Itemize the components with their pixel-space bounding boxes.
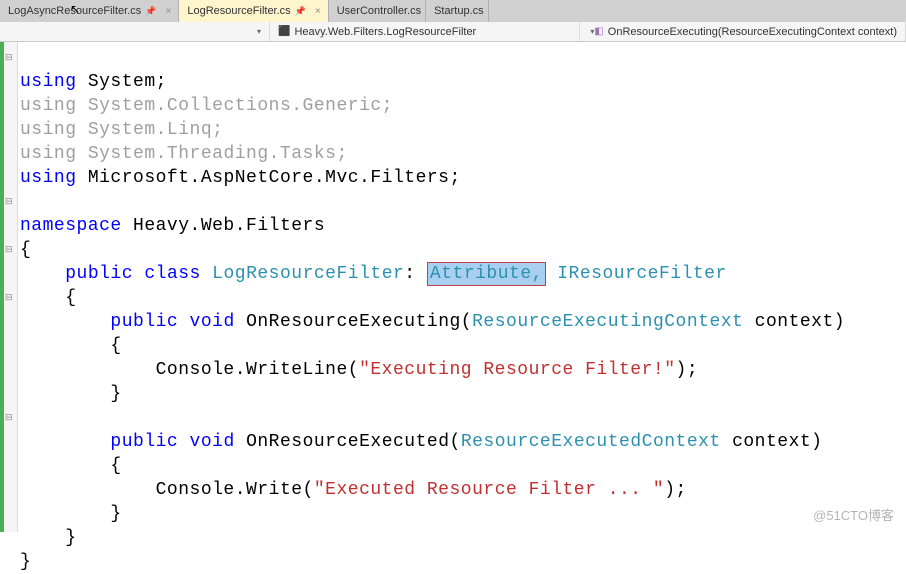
breadcrumb-member[interactable]: ▾ ◧ OnResourceExecuting(ResourceExecutin… [580,22,906,41]
tabs-bar: LogAsyncResourceFilter.cs 📌 × LogResourc… [0,0,906,22]
string-literal: "Executed Resource Filter ... " [314,480,664,500]
close-icon[interactable]: × [163,6,175,17]
tab-logasyncresourcefilter[interactable]: LogAsyncResourceFilter.cs 📌 × [0,0,179,22]
code-text: System.Threading.Tasks; [77,144,348,164]
keyword: void [190,312,235,332]
keyword-dim: using [20,120,77,140]
tab-logresourcefilter[interactable]: LogResourceFilter.cs 📌 × [179,0,328,22]
close-icon[interactable]: × [312,6,324,17]
keyword-dim: using [20,96,77,116]
fold-icon[interactable]: ⊟ [5,46,13,70]
keyword: public [65,264,133,284]
code-text: System; [77,72,167,92]
chevron-down-icon: ▾ [257,27,261,36]
code-text: context) [721,432,823,452]
keyword: using [20,72,77,92]
brace: { [20,456,122,476]
brace: { [20,240,31,260]
highlighted-attribute: Attribute, [427,262,546,286]
class-icon: ⬛ [278,26,290,37]
watermark: @51CTO博客 [813,505,894,524]
code-text: ); [676,360,699,380]
keyword: class [144,264,201,284]
tab-label: UserController.cs [337,5,421,17]
code-text: context) [743,312,845,332]
keyword: public [110,312,178,332]
tab-label: Startup.cs [434,5,484,17]
colon: : [404,264,415,284]
code-text: Console.WriteLine( [20,360,359,380]
fold-icon[interactable]: ⊟ [5,238,13,262]
tab-usercontroller[interactable]: UserController.cs [329,0,426,22]
brace: { [20,336,122,356]
code-text: ); [664,480,687,500]
keyword: public [110,432,178,452]
type-name: IResourceFilter [546,264,727,284]
code-text: Console.Write( [20,480,314,500]
method-name: OnResourceExecuting( [235,312,472,332]
method-name: OnResourceExecuted( [235,432,461,452]
tab-label: LogAsyncResourceFilter.cs [8,5,141,17]
change-marker [0,42,4,532]
string-literal: "Executing Resource Filter!" [359,360,675,380]
brace: { [20,288,77,308]
code-text: Microsoft.AspNetCore.Mvc.Filters; [77,168,461,188]
fold-icon[interactable]: ⊟ [5,406,13,430]
code-text: System.Collections.Generic; [77,96,393,116]
code-text: Heavy.Web.Filters [122,216,325,236]
keyword: using [20,168,77,188]
tab-startup[interactable]: Startup.cs [426,0,489,22]
brace: } [20,384,122,404]
pin-icon: 📌 [145,6,156,17]
breadcrumb-member-label: OnResourceExecuting(ResourceExecutingCon… [608,26,897,38]
code-editor[interactable]: using System; using System.Collections.G… [18,42,845,532]
editor-area: ⊟ ⊟ ⊟ ⊟ ⊟ using System; using System.Col… [0,42,906,532]
brace: } [20,552,31,572]
breadcrumb-project[interactable]: ▾ [0,22,270,41]
method-icon: ◧ [594,26,603,37]
fold-icon[interactable]: ⊟ [5,286,13,310]
tab-label: LogResourceFilter.cs [187,5,290,17]
breadcrumb-bar: ▾ ⬛ Heavy.Web.Filters.LogResourceFilter … [0,22,906,42]
breadcrumb-class-label: Heavy.Web.Filters.LogResourceFilter [294,26,476,38]
code-text: System.Linq; [77,120,224,140]
keyword: namespace [20,216,122,236]
pin-icon: 📌 [295,6,306,17]
gutter: ⊟ ⊟ ⊟ ⊟ ⊟ [0,42,18,532]
type-name: LogResourceFilter [201,264,404,284]
type-name: ResourceExecutedContext [461,432,721,452]
type-name: ResourceExecutingContext [472,312,743,332]
breadcrumb-class[interactable]: ⬛ Heavy.Web.Filters.LogResourceFilter [270,22,580,41]
brace: } [20,504,122,524]
brace: } [20,528,77,548]
fold-icon[interactable]: ⊟ [5,190,13,214]
keyword-dim: using [20,144,77,164]
keyword: void [190,432,235,452]
